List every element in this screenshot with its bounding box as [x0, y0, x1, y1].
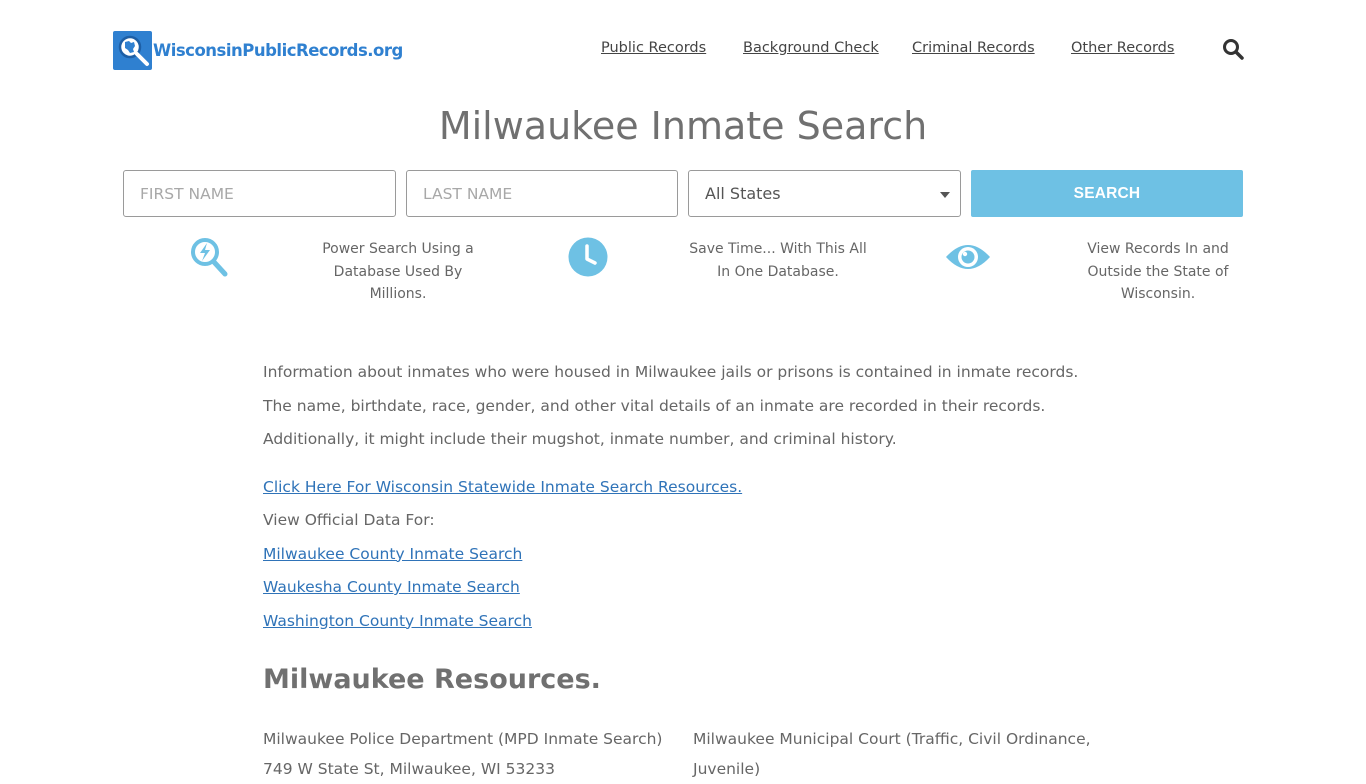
resource-title: Milwaukee Police Department (MPD Inmate …	[263, 730, 663, 748]
feature-view-records-text: View Records In and Outside the State of…	[1087, 241, 1229, 302]
logo-text: WisconsinPublicRecords.org	[153, 40, 403, 60]
search-button[interactable]: SEARCH	[971, 170, 1243, 217]
power-search-icon	[189, 236, 229, 282]
nav-public-records[interactable]: Public Records	[601, 40, 706, 56]
main-content: Information about inmates who were house…	[263, 356, 1103, 638]
nav-other-records[interactable]: Other Records	[1071, 40, 1174, 56]
clock-icon	[568, 236, 608, 282]
washington-county-inmate-search-link[interactable]: Washington County Inmate Search	[263, 605, 1103, 639]
last-name-input[interactable]	[406, 170, 678, 217]
inmate-search-form: All States SEARCH	[123, 170, 1243, 217]
resource-item: Milwaukee Municipal Court (Traffic, Civi…	[693, 724, 1091, 784]
intro-paragraph: Information about inmates who were house…	[263, 363, 1079, 448]
resource-address: 749 W State St, Milwaukee, WI 53233	[263, 760, 555, 778]
state-select-value: All States	[705, 184, 781, 203]
site-logo[interactable]: WisconsinPublicRecords.org	[113, 30, 403, 70]
official-data-label: View Official Data For:	[263, 511, 435, 529]
resource-title-continued: Juvenile)	[693, 760, 761, 778]
milwaukee-county-inmate-search-link[interactable]: Milwaukee County Inmate Search	[263, 538, 1103, 572]
resource-title: Milwaukee Municipal Court (Traffic, Civi…	[693, 730, 1091, 748]
state-select[interactable]: All States	[688, 170, 961, 217]
feature-save-time-text: Save Time... With This All In One Databa…	[689, 241, 867, 280]
magnifier-map-icon	[113, 30, 152, 70]
site-header: WisconsinPublicRecords.org Public Record…	[0, 0, 1366, 100]
caret-down-icon	[940, 192, 950, 198]
first-name-input[interactable]	[123, 170, 396, 217]
feature-power-search-text: Power Search Using a Database Used By Mi…	[322, 241, 474, 302]
waukesha-county-inmate-search-link[interactable]: Waukesha County Inmate Search	[263, 571, 1103, 605]
eye-icon	[945, 236, 991, 282]
resources-heading: Milwaukee Resources.	[263, 664, 601, 695]
nav-background-check[interactable]: Background Check	[743, 40, 879, 56]
resource-item: Milwaukee Police Department (MPD Inmate …	[263, 724, 662, 784]
statewide-inmate-search-link[interactable]: Click Here For Wisconsin Statewide Inmat…	[263, 471, 1103, 505]
page-title: Milwaukee Inmate Search	[438, 104, 928, 148]
search-icon[interactable]	[1222, 38, 1244, 60]
nav-criminal-records[interactable]: Criminal Records	[912, 40, 1035, 56]
